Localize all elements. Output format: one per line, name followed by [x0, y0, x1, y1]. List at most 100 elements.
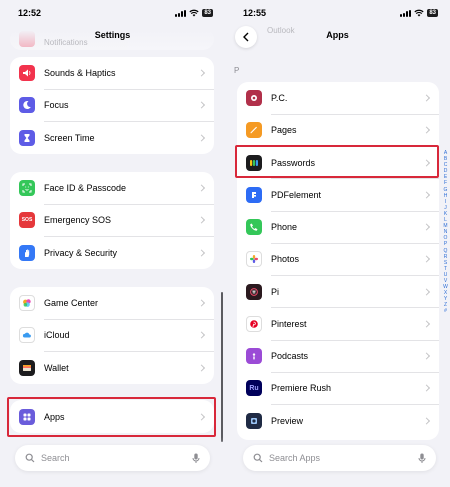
- chevron-right-icon: [197, 216, 206, 224]
- sos-icon: SOS: [19, 212, 35, 229]
- chevron-right-icon: [422, 320, 431, 328]
- battery-icon: 83: [202, 9, 213, 17]
- chevron-right-icon: [422, 352, 431, 360]
- premiere-rush-icon: Ru: [246, 380, 262, 397]
- search-placeholder: Search Apps: [269, 453, 321, 463]
- index-letter[interactable]: #: [444, 308, 447, 314]
- microphone-icon[interactable]: [418, 453, 426, 464]
- row-label: Pinterest: [271, 318, 307, 329]
- pages-icon: [246, 122, 262, 139]
- row-label: Wallet: [44, 362, 69, 373]
- settings-row-focus[interactable]: Focus: [10, 89, 214, 122]
- app-row-phone[interactable]: Phone: [237, 211, 439, 244]
- status-time: 12:55: [243, 8, 267, 18]
- app-row-pages[interactable]: Pages: [237, 114, 439, 147]
- app-row-pinterest[interactable]: Pinterest: [237, 308, 439, 340]
- row-label: Pages: [271, 125, 297, 136]
- page-title: Apps: [326, 30, 349, 40]
- game-center-icon: [19, 295, 35, 312]
- pi-icon: [246, 283, 262, 300]
- section-header: P: [234, 66, 240, 75]
- row-label: Face ID & Passcode: [44, 183, 127, 194]
- row-label: Focus: [44, 100, 69, 111]
- hand-icon: [19, 244, 35, 261]
- settings-row-screen-time[interactable]: Screen Time: [10, 122, 214, 154]
- app-row-preview[interactable]: Preview: [237, 405, 439, 437]
- cloud-icon: [19, 327, 35, 344]
- row-label: PDFelement: [271, 189, 322, 200]
- settings-group-services: Game Center iCloud Wallet: [10, 287, 214, 384]
- search-field[interactable]: Search: [15, 445, 210, 471]
- chevron-right-icon: [197, 299, 206, 307]
- settings-row-face-id[interactable]: Face ID & Passcode: [10, 172, 214, 205]
- scroll-indicator[interactable]: [221, 292, 223, 442]
- phone-icon: [246, 219, 262, 236]
- cellular-signal-icon: [175, 9, 187, 17]
- face-id-icon: [19, 180, 35, 197]
- status-bar: 12:52 83: [0, 0, 225, 26]
- settings-group-sound: Sounds & Haptics Focus Screen Time: [10, 57, 214, 154]
- hourglass-icon: [19, 129, 35, 146]
- settings-screen: 12:52 83 Settings Notifications Sounds &…: [0, 0, 225, 487]
- row-label: iCloud: [44, 330, 70, 341]
- row-label: P.C.: [271, 93, 288, 104]
- chevron-right-icon: [422, 223, 431, 231]
- settings-row-game-center[interactable]: Game Center: [10, 287, 214, 320]
- wifi-icon: [189, 9, 199, 17]
- speaker-icon: [19, 65, 35, 82]
- chevron-right-icon: [422, 384, 431, 392]
- search-apps-field[interactable]: Search Apps: [243, 445, 436, 471]
- chevron-right-icon: [197, 249, 206, 257]
- settings-row-emergency-sos[interactable]: SOS Emergency SOS: [10, 204, 214, 237]
- row-label: Podcasts: [271, 351, 309, 362]
- row-label: Screen Time: [44, 132, 95, 143]
- row-label: Premiere Rush: [271, 383, 332, 394]
- app-row-pi[interactable]: Pi: [237, 276, 439, 308]
- app-row-pc[interactable]: P.C.: [237, 82, 439, 115]
- chevron-right-icon: [422, 94, 431, 102]
- settings-row-sounds-haptics[interactable]: Sounds & Haptics: [10, 57, 214, 90]
- preview-icon: [246, 412, 262, 429]
- row-label: Game Center: [44, 298, 99, 309]
- settings-row-privacy-security[interactable]: Privacy & Security: [10, 237, 214, 269]
- row-label: Sounds & Haptics: [44, 68, 116, 79]
- chevron-right-icon: [422, 191, 431, 199]
- pc-icon: [246, 90, 262, 107]
- search-placeholder: Search: [41, 453, 70, 463]
- status-time: 12:52: [18, 8, 42, 18]
- app-row-photos[interactable]: Photos: [237, 243, 439, 276]
- settings-row-icloud[interactable]: iCloud: [10, 319, 214, 352]
- alphabet-index[interactable]: A B C D E F G H I J K L M N O P Q R S T U V W X Y Z #: [441, 150, 450, 315]
- microphone-icon[interactable]: [192, 453, 200, 464]
- wifi-icon: [414, 9, 424, 17]
- settings-row-wallet[interactable]: Wallet: [10, 352, 214, 384]
- app-row-pdfelement[interactable]: PDFelement: [237, 179, 439, 211]
- chevron-right-icon: [197, 101, 206, 109]
- photos-icon: [246, 251, 262, 268]
- highlight-box-passwords: [235, 145, 439, 178]
- row-label: Privacy & Security: [44, 247, 118, 258]
- page-title: Settings: [94, 30, 131, 40]
- apps-list: P.C. Pages Passwords PDFelement Phone Ph…: [237, 82, 439, 440]
- chevron-right-icon: [422, 255, 431, 263]
- chevron-right-icon: [197, 184, 206, 192]
- pinterest-icon: [246, 315, 262, 332]
- battery-icon: 83: [427, 9, 438, 17]
- row-label: Emergency SOS: [44, 215, 112, 226]
- chevron-right-icon: [197, 331, 206, 339]
- cellular-signal-icon: [400, 9, 412, 17]
- podcasts-icon: [246, 348, 262, 365]
- app-row-premiere-rush[interactable]: Ru Premiere Rush: [237, 372, 439, 405]
- highlight-box-apps: [7, 397, 216, 437]
- chevron-right-icon: [422, 417, 431, 425]
- row-label: Pi: [271, 286, 280, 297]
- chevron-right-icon: [422, 126, 431, 134]
- row-label: Preview: [271, 415, 304, 426]
- moon-icon: [19, 97, 35, 114]
- status-bar: 12:55 83: [225, 0, 450, 26]
- app-row-podcasts[interactable]: Podcasts: [237, 340, 439, 373]
- row-label: Phone: [271, 222, 298, 233]
- pdfelement-icon: [246, 186, 262, 203]
- settings-group-security: Face ID & Passcode SOS Emergency SOS Pri…: [10, 172, 214, 269]
- row-label: Photos: [271, 254, 300, 265]
